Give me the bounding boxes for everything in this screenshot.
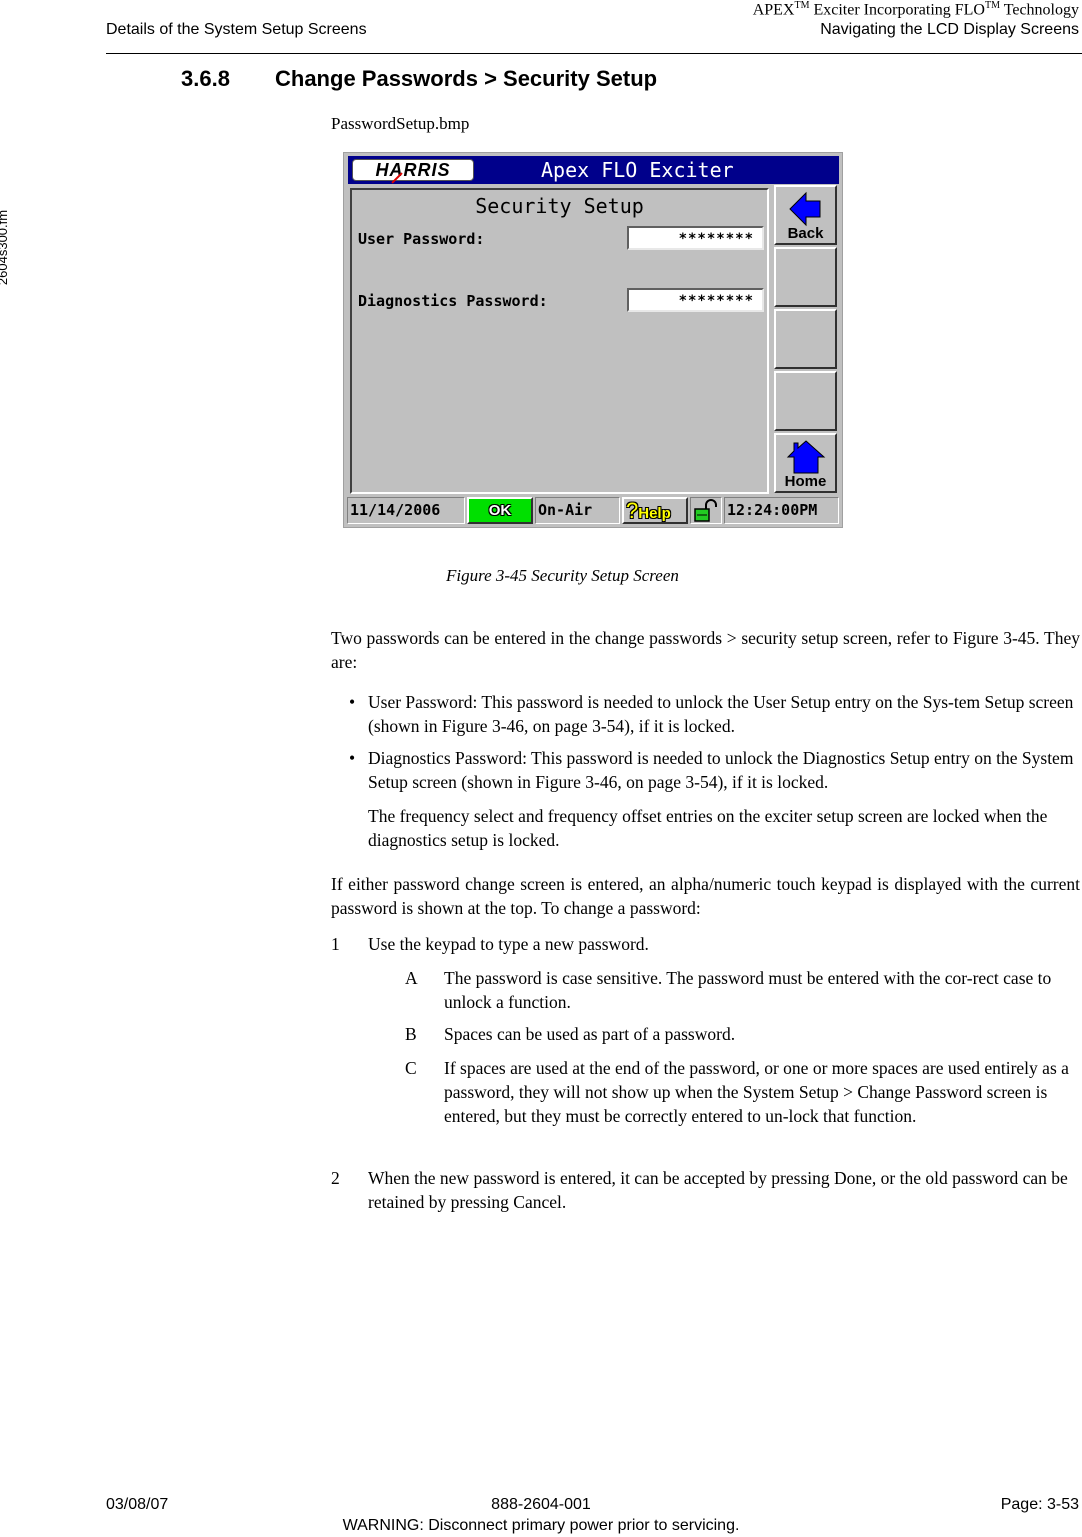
header-divider [106, 53, 1082, 54]
bullet-marker: • [349, 748, 356, 768]
file-name-text: 2604s300.fm [0, 209, 11, 286]
home-button[interactable]: Home [774, 433, 837, 493]
step-number: 2 [331, 1168, 340, 1188]
section-title: Change Passwords > Security Setup [275, 66, 658, 91]
bullet-user-password: User Password: This password is needed t… [368, 692, 1074, 736]
substep-text: If spaces are used at the end of the pas… [444, 1058, 1069, 1126]
product-suffix: Technology [999, 1, 1079, 19]
intro-paragraph: Two passwords can be entered in the chan… [331, 628, 1080, 672]
section-number: 3.6.8 [181, 66, 230, 91]
product-name: APEX [752, 1, 795, 19]
footer-warning: WARNING: Disconnect primary power prior … [342, 1517, 740, 1534]
substep-letter: C [405, 1058, 417, 1078]
back-button[interactable]: Back [774, 185, 837, 245]
footer-doc-number: 888-2604-001 [491, 1496, 591, 1513]
footer-page-number: Page: 3-53 [1000, 1496, 1079, 1513]
substep-letter: A [405, 968, 418, 988]
unlocked-padlock-icon [694, 499, 717, 522]
product-subtitle: Exciter Incorporating FLO [809, 1, 985, 19]
status-mode: On-Air [535, 497, 620, 524]
status-time: 12:24:00PM [724, 497, 839, 524]
substep-letter: B [405, 1024, 417, 1044]
side-button-empty-2[interactable] [774, 309, 837, 369]
user-password-label: User Password: [358, 230, 485, 248]
bitmap-filename: PasswordSetup.bmp [331, 114, 470, 133]
diagnostics-password-field[interactable]: ******** [627, 288, 764, 312]
lock-indicator[interactable] [690, 497, 722, 524]
security-setup-panel: Security Setup User Password: ******** D… [350, 188, 769, 494]
trademark-mark: TM [794, 0, 810, 11]
home-button-label: Home [784, 473, 827, 490]
back-arrow-icon [789, 191, 821, 227]
bullet-note: The frequency select and frequency offse… [368, 806, 1048, 850]
help-button[interactable]: ?Help [622, 497, 688, 524]
step-text: When the new password is entered, it can… [368, 1168, 1068, 1212]
question-mark-icon: ? [626, 498, 639, 523]
section-heading: 3.6.8 Change Passwords > Security Setup [181, 66, 657, 92]
lcd-screenshot: HARRIS Apex FLO Exciter Security Setup U… [343, 152, 843, 528]
substep-text: Spaces can be used as part of a password… [444, 1024, 736, 1044]
lcd-app-title: Apex FLO Exciter [541, 158, 734, 182]
header-product-title: APEXTM Exciter Incorporating FLOTM Techn… [753, 0, 1079, 19]
side-button-empty-3[interactable] [774, 371, 837, 431]
file-name-margin-label: 2604s300.fm [0, 205, 20, 295]
header-section-title: Navigating the LCD Display Screens [820, 21, 1079, 38]
substep-text: The password is case sensitive. The pass… [444, 968, 1052, 1012]
user-password-field[interactable]: ******** [627, 226, 764, 250]
diagnostics-password-label: Diagnostics Password: [358, 292, 548, 310]
trademark-mark: TM [984, 0, 1000, 11]
step-text: Use the keypad to type a new password. [368, 934, 649, 954]
harris-logo: HARRIS [352, 159, 474, 181]
help-button-label: Help [638, 505, 671, 522]
lcd-panel-title: Security Setup [475, 194, 644, 218]
status-ok-indicator[interactable]: OK [467, 497, 533, 524]
bullet-diagnostics-password: Diagnostics Password: This password is n… [368, 748, 1074, 792]
home-icon [786, 440, 826, 474]
status-date: 11/14/2006 [347, 497, 465, 524]
step-number: 1 [331, 934, 340, 954]
back-button-label: Back [787, 225, 824, 242]
keypad-paragraph: If either password change screen is ente… [331, 874, 1080, 918]
lcd-title-bar: HARRIS Apex FLO Exciter [348, 156, 839, 184]
bullet-marker: • [349, 692, 356, 712]
header-chapter-title: Details of the System Setup Screens [106, 21, 367, 38]
lcd-status-bar: 11/14/2006 OK On-Air ?Help 12:24:00PM [347, 497, 839, 524]
figure-caption: Figure 3-45 Security Setup Screen [446, 566, 679, 585]
side-button-empty-1[interactable] [774, 247, 837, 307]
